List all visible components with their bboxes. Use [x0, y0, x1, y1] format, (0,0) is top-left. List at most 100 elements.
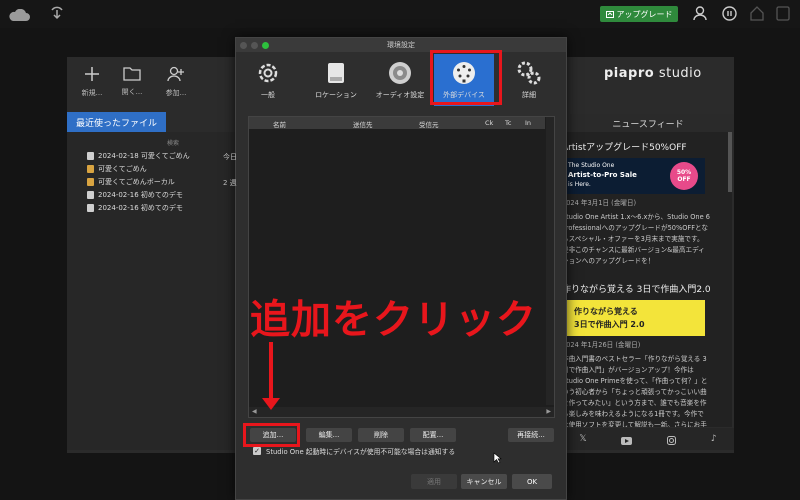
news-headline-1[interactable]: Artistアップグレード50%OFF	[562, 140, 687, 153]
cursor-icon	[493, 449, 502, 468]
news-body-line: る楽しみを味わえるようになる1冊です。今作で	[562, 410, 704, 418]
song-file-icon	[87, 191, 94, 199]
edit-button[interactable]: 編集...	[306, 428, 352, 442]
delete-button[interactable]: 削除	[358, 428, 404, 442]
news-body-line: 作曲入門書のベストセラー「作りながら覚える 3	[562, 355, 707, 363]
recent-file-name: 2024-02-18 可愛くてごめん	[98, 152, 190, 160]
news-headline-2[interactable]: 作りながら覚える 3日で作曲入門2.0	[562, 282, 711, 295]
upgrade-icon	[605, 10, 614, 18]
close-button[interactable]	[240, 42, 247, 49]
horizontal-scrollbar[interactable]: ◀ ▶	[249, 407, 554, 417]
logo-text-suffix: studio	[654, 66, 702, 81]
gear-icon	[258, 63, 278, 83]
tab-audio-setup-label: オーディオ設定	[375, 91, 425, 99]
cancel-button[interactable]: キャンセル	[461, 474, 507, 489]
song-file-icon	[87, 152, 94, 160]
open-button[interactable]: 開く...	[115, 66, 149, 97]
top-bar: アップグレード	[0, 0, 800, 28]
join-label: 参加...	[165, 89, 187, 97]
news-body-line: Studio One Primeを使って、「作曲って何？」と	[562, 377, 708, 385]
vertical-scrollbar[interactable]	[546, 117, 554, 405]
recent-file-item[interactable]: 2024-02-16 初めてのデモ	[87, 189, 183, 201]
folder-icon	[123, 67, 141, 81]
col-in[interactable]: In	[525, 119, 531, 127]
social-links: 𝕏 ♪	[562, 428, 734, 450]
minimize-button[interactable]	[251, 42, 258, 49]
place-button[interactable]: 配置...	[410, 428, 456, 442]
youtube-icon[interactable]	[621, 430, 633, 449]
news-banner-1[interactable]: The Studio One Artist-to-Pro Sale is Her…	[562, 158, 705, 194]
news-body-line: 日で作曲入門」がバージョンアップ！今作は	[562, 366, 694, 374]
arrow-down-icon	[262, 398, 280, 410]
tab-locations[interactable]: ロケーション	[308, 54, 364, 106]
notify-checkbox[interactable]: ✓	[253, 447, 261, 455]
search-field[interactable]: 検索	[167, 138, 179, 147]
download-icon[interactable]	[50, 5, 64, 25]
tab-advanced-label: 詳細	[522, 91, 536, 99]
gears-icon	[517, 61, 541, 85]
news-body-line: を作ってみたい」という方まで、誰でも音楽を作	[562, 399, 707, 407]
recent-file-name: 2024-02-16 初めてのデモ	[98, 204, 183, 212]
col-tc[interactable]: Tc	[505, 119, 511, 127]
recent-file-name: 可愛くてごめん	[98, 165, 147, 173]
scroll-left-icon[interactable]: ◀	[252, 408, 257, 415]
song-file-icon	[87, 165, 94, 173]
news-body-line: 是非このチャンスに最新バージョン&最高エディ	[562, 246, 705, 254]
link-icon[interactable]	[722, 6, 737, 25]
tab-general[interactable]: 一般	[246, 54, 290, 106]
col-ck[interactable]: Ck	[485, 119, 493, 127]
recent-file-item[interactable]: 2024-02-16 初めてのデモ	[87, 202, 183, 214]
tiktok-icon[interactable]: ♪	[711, 434, 717, 444]
news-body-line: ションへのアップグレードを！	[562, 257, 655, 265]
add-button-highlight	[243, 423, 300, 447]
apply-button[interactable]: 適用	[411, 474, 457, 489]
dialog-title: 環境設定	[236, 38, 566, 52]
plus-icon	[85, 67, 99, 81]
instruction-text: 追加をクリック	[250, 297, 537, 343]
external-devices-highlight	[430, 50, 502, 105]
home-icon[interactable]	[750, 6, 764, 25]
recent-file-item[interactable]: 2024-02-18 可愛くてごめん	[87, 150, 190, 162]
ok-button[interactable]: OK	[512, 474, 552, 489]
recent-file-item[interactable]: 可愛くてごめんボーカル	[87, 176, 175, 188]
song-file-icon	[87, 178, 94, 186]
recent-file-date: 今日	[223, 153, 237, 161]
notify-option[interactable]: ✓ Studio One 起動時にデバイスが使用不可能な場合は通知する	[253, 446, 455, 456]
reconnect-button[interactable]: 再接続...	[508, 428, 554, 442]
col-name[interactable]: 名前	[273, 119, 286, 129]
add-user-icon	[167, 66, 184, 82]
x-icon[interactable]: 𝕏	[579, 434, 586, 444]
join-button[interactable]: 参加...	[159, 66, 193, 98]
arrow-shaft	[269, 342, 273, 402]
banner-1-line-1: The Studio One	[568, 162, 615, 169]
user-icon[interactable]	[693, 6, 707, 25]
col-send-to[interactable]: 送信先	[353, 119, 373, 129]
upgrade-button[interactable]: アップグレード	[600, 6, 678, 22]
tab-locations-label: ロケーション	[315, 91, 357, 99]
news-body-line: Professionalへのアップグレードが50%OFFとな	[562, 224, 708, 232]
news-banner-2[interactable]: 作りながら覚える 3日で作曲入門 2.0	[562, 300, 705, 336]
new-song-button[interactable]: 新規...	[75, 66, 109, 98]
device-table-header: 名前 送信先 受信元 Ck Tc In	[249, 117, 545, 129]
col-receive-from[interactable]: 受信元	[419, 119, 439, 129]
scroll-right-icon[interactable]: ▶	[546, 408, 551, 415]
news-feed[interactable]: Artistアップグレード50%OFF The Studio One Artis…	[562, 132, 732, 427]
instagram-icon[interactable]	[667, 430, 677, 449]
news-body-line: いう初心者から「ちょっと頑張ってかっこいい曲	[562, 388, 707, 396]
banner-1-line-3: is Here.	[568, 181, 591, 188]
recent-files-tab[interactable]: 最近使ったファイル	[67, 112, 166, 132]
recent-file-item[interactable]: 可愛くてごめん	[87, 163, 147, 175]
window-icon[interactable]	[776, 6, 790, 25]
news-scrollbar[interactable]	[728, 132, 732, 192]
banner-1-badge: 50% OFF	[670, 162, 698, 190]
recent-file-name: 2024-02-16 初めてのデモ	[98, 191, 183, 199]
zoom-button[interactable]	[262, 42, 269, 49]
cloud-icon[interactable]	[8, 7, 30, 26]
drive-icon	[328, 63, 344, 83]
device-table[interactable]: 名前 送信先 受信元 Ck Tc In ◀ ▶	[248, 116, 555, 418]
tab-advanced[interactable]: 詳細	[506, 54, 552, 106]
tab-audio-setup[interactable]: オーディオ設定	[372, 54, 428, 106]
new-song-label: 新規...	[81, 89, 103, 97]
recent-file-date: 2 週	[223, 179, 237, 187]
news-feed-header: ニュースフィード	[562, 114, 734, 132]
